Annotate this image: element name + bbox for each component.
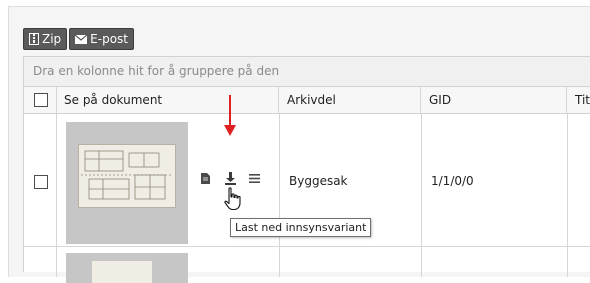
email-button[interactable]: E-post (69, 28, 134, 50)
column-header-document[interactable]: Se på dokument (57, 87, 279, 113)
column-header-gid[interactable]: GID (422, 87, 567, 113)
zip-file-icon (29, 33, 39, 45)
row-select-cell (24, 247, 57, 277)
drawing-preview (92, 261, 152, 283)
arkivdel-cell (280, 247, 422, 277)
gid-value: 1/1/0/0 (431, 174, 474, 188)
document-thumbnail[interactable] (66, 253, 188, 283)
toolbar: Zip E-post (23, 28, 134, 50)
document-cell (57, 247, 280, 283)
table-row[interactable] (24, 247, 590, 283)
column-header-arkivdel[interactable]: Arkivdel (280, 87, 421, 113)
zip-button-label: Zip (42, 32, 62, 46)
hand-cursor-icon (224, 187, 241, 211)
column-header-gid-label: GID (429, 93, 452, 107)
column-header-title[interactable]: Titt (568, 87, 590, 113)
column-header-title-label: Titt (575, 93, 590, 107)
floor-plan-sketch (81, 150, 171, 200)
grid-header: Se på dokument Arkivdel GID Titt (24, 87, 590, 114)
arrow-down-icon (224, 95, 236, 136)
row-select-cell (24, 114, 57, 246)
drawing-preview (78, 144, 176, 208)
header-select-cell (24, 87, 57, 113)
tooltip-text: Last ned innsynsvariant (235, 221, 367, 234)
gid-cell (422, 247, 568, 277)
row-checkbox[interactable] (34, 175, 48, 189)
document-icon[interactable] (201, 173, 210, 184)
select-all-checkbox[interactable] (34, 93, 48, 107)
group-hint: Dra en kolonne hit for å gruppere på den (33, 64, 280, 78)
column-header-arkivdel-label: Arkivdel (287, 93, 336, 107)
document-grid: Dra en kolonne hit for å gruppere på den… (23, 56, 590, 283)
download-tooltip: Last ned innsynsvariant (230, 218, 372, 237)
arkivdel-value: Byggesak (289, 174, 348, 188)
column-header-document-label: Se på dokument (64, 93, 163, 107)
gid-cell: 1/1/0/0 (422, 114, 568, 246)
group-drop-area[interactable]: Dra en kolonne hit for å gruppere på den (24, 57, 590, 87)
menu-icon[interactable] (249, 174, 260, 183)
envelope-icon (75, 34, 88, 44)
document-thumbnail[interactable] (66, 122, 188, 244)
zip-button[interactable]: Zip (23, 28, 68, 50)
title-cell (568, 114, 590, 246)
email-button-label: E-post (90, 32, 128, 46)
download-icon[interactable] (225, 172, 236, 185)
